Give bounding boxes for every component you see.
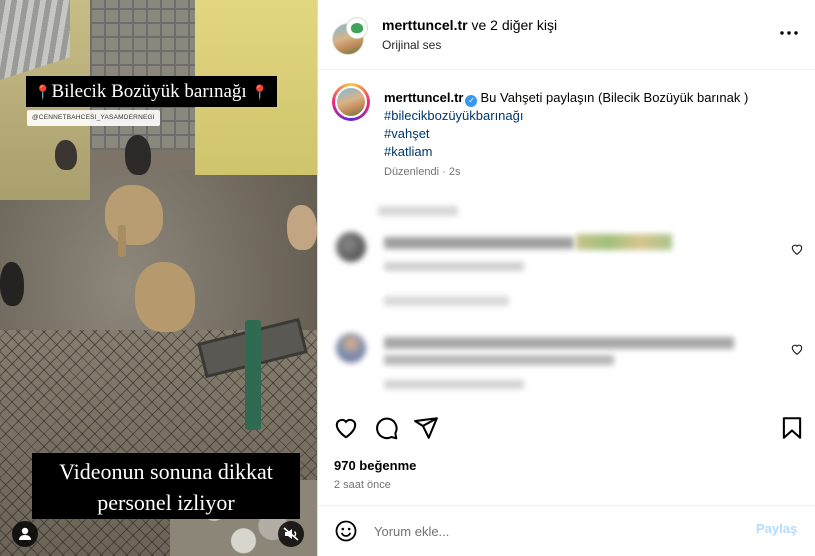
share-icon[interactable] bbox=[413, 415, 439, 441]
comment-like-heart-icon[interactable] bbox=[790, 342, 804, 356]
collab-text[interactable]: ve 2 diğer kişi bbox=[471, 17, 557, 33]
post-time[interactable]: 2 saat önce bbox=[334, 479, 391, 491]
video-dog bbox=[118, 225, 126, 257]
blurred-comment-text bbox=[384, 355, 614, 365]
blurred-comment-text bbox=[384, 262, 524, 271]
pin-icon: 📍 bbox=[34, 86, 52, 101]
hashtag-link[interactable]: #bilecikbozüyükbarınağı bbox=[384, 107, 794, 125]
caption-username-link[interactable]: merttuncel.tr bbox=[384, 90, 463, 105]
video-dog bbox=[125, 135, 151, 175]
hashtag-link[interactable]: #katliam bbox=[384, 143, 794, 161]
caption-meta: Düzenlendi · 2s bbox=[384, 166, 461, 178]
post-author-header: merttuncel.tr ve 2 diğer kişi bbox=[382, 17, 557, 33]
blurred-comment-text bbox=[384, 380, 524, 389]
video-post bbox=[245, 320, 261, 430]
muted-speaker-icon[interactable] bbox=[278, 521, 304, 547]
video-dog bbox=[0, 262, 24, 306]
blurred-comment-text bbox=[384, 337, 734, 349]
blurred-comment-text bbox=[384, 296, 509, 306]
comment-input[interactable] bbox=[374, 520, 744, 542]
caption-age: 2s bbox=[448, 166, 461, 178]
post-details-panel: merttuncel.tr ve 2 diğer kişi Orijinal s… bbox=[317, 0, 815, 556]
comment-like-heart-icon[interactable] bbox=[790, 242, 804, 256]
audio-link[interactable]: Orijinal ses bbox=[382, 38, 441, 52]
author-username-link[interactable]: merttuncel.tr bbox=[382, 17, 468, 33]
video-dog bbox=[55, 140, 77, 170]
video-dog bbox=[135, 262, 195, 332]
video-caption-line: Videonun sonuna dikkat bbox=[59, 459, 273, 484]
video-watermark: @CENNETBAHCESI_YASAMDERNEGI bbox=[27, 110, 160, 126]
blurred-comment-text bbox=[576, 234, 672, 250]
collaborator-avatar[interactable] bbox=[346, 17, 368, 39]
verified-badge-icon: ✓ bbox=[465, 95, 478, 107]
video-title-overlay: 📍Bilecik Bozüyük barınağı 📍 bbox=[26, 76, 277, 107]
likes-count[interactable]: 970 beğenme bbox=[334, 458, 416, 473]
like-heart-icon[interactable] bbox=[333, 415, 359, 441]
video-caption-overlay: Videonun sonuna dikkat personel izliyor bbox=[32, 453, 300, 519]
hashtag-link[interactable]: #vahşet bbox=[384, 125, 794, 143]
comment-icon[interactable] bbox=[373, 415, 399, 441]
post-comment-button[interactable]: Paylaş bbox=[756, 521, 797, 536]
reel-video[interactable]: 📍Bilecik Bozüyük barınağı 📍 @CENNETBAHCE… bbox=[0, 0, 317, 556]
emoji-icon[interactable] bbox=[334, 519, 358, 543]
user-tag-icon[interactable] bbox=[12, 521, 38, 547]
blurred-comment-text bbox=[378, 206, 458, 216]
divider bbox=[318, 69, 815, 70]
post-caption: merttuncel.tr ✓ Bu Vahşeti paylaşın (Bilec… bbox=[384, 89, 794, 161]
video-dog bbox=[287, 205, 317, 250]
bookmark-icon[interactable] bbox=[779, 415, 805, 441]
caption-text: Bu Vahşeti paylaşın (Bilecik Bozüyük bar… bbox=[480, 90, 749, 105]
avatar[interactable] bbox=[335, 86, 367, 118]
blurred-comment-avatar bbox=[336, 232, 366, 262]
blurred-comment-text bbox=[384, 237, 574, 249]
more-options-icon[interactable] bbox=[778, 22, 800, 44]
edited-label: Düzenlendi bbox=[384, 166, 440, 178]
video-dog bbox=[105, 185, 163, 245]
divider bbox=[318, 505, 815, 506]
video-title-text: Bilecik Bozüyük barınağı bbox=[51, 81, 247, 102]
pin-icon: 📍 bbox=[251, 86, 269, 101]
video-fence bbox=[90, 0, 200, 150]
video-caption-line: personel izliyor bbox=[97, 490, 235, 515]
blurred-comment-avatar bbox=[336, 333, 366, 363]
